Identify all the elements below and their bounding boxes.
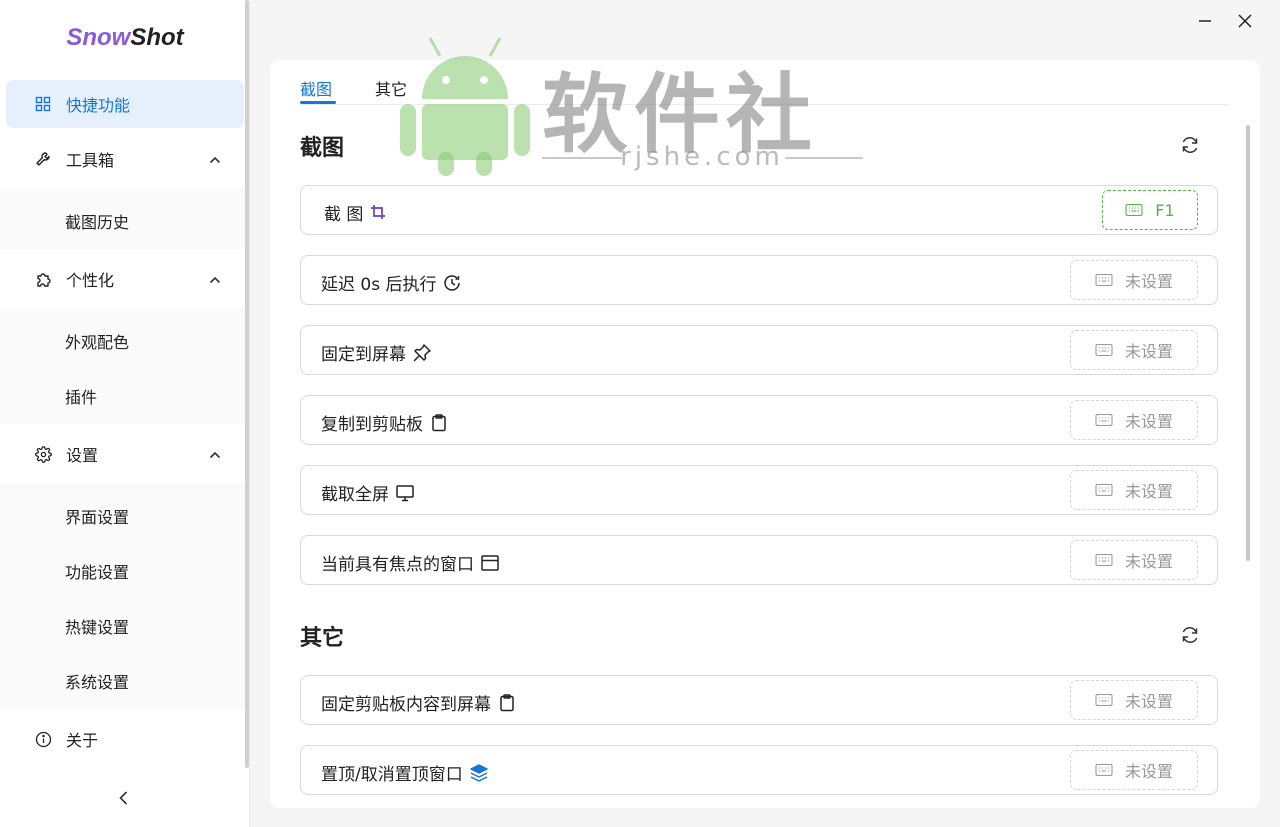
section-title-other: 其它: [300, 626, 345, 651]
hotkey-input[interactable]: 未设置: [1070, 470, 1198, 510]
hotkey-input[interactable]: 未设置: [1070, 330, 1198, 370]
chevron-up-icon: [208, 447, 222, 466]
shortcut-label: 固定剪贴板内容到屏幕: [321, 695, 491, 715]
keyboard-icon: [1095, 343, 1113, 357]
window-icon: [480, 553, 500, 573]
sidebar-item-screenshot-history[interactable]: 截图历史: [65, 209, 129, 233]
sidebar-item-label: 工具箱: [66, 151, 115, 170]
app-logo: SnowShot: [66, 24, 184, 51]
main-scrollbar[interactable]: [1246, 125, 1250, 561]
chevron-up-icon: [208, 272, 222, 291]
sidebar-item-plugins[interactable]: 插件: [65, 384, 97, 408]
sidebar-item-label: 关于: [66, 731, 99, 750]
hotkey-value: 未设置: [1124, 762, 1173, 781]
shortcut-label: 当前具有焦点的窗口: [321, 555, 474, 575]
keyboard-icon: [1095, 483, 1113, 497]
tab-screenshot[interactable]: 截图: [300, 76, 332, 100]
keyboard-icon: [1095, 413, 1113, 427]
grid-icon: [34, 95, 52, 113]
info-icon: [34, 730, 52, 748]
reset-icon[interactable]: [1179, 624, 1201, 646]
hotkey-value: 未设置: [1124, 692, 1173, 711]
sidebar-item-label: 快捷功能: [66, 96, 131, 115]
tab-bar: 截图 其它: [300, 60, 1230, 105]
shortcut-row-copy-to-clipboard: 复制到剪贴板 未设置: [300, 395, 1218, 445]
hotkey-input[interactable]: 未设置: [1070, 400, 1198, 440]
hotkey-input[interactable]: F1: [1102, 190, 1198, 230]
clipboard-icon: [497, 693, 517, 713]
gear-icon: [34, 445, 52, 463]
tab-indicator: [300, 101, 336, 104]
sidebar-scrollbar[interactable]: [245, 0, 249, 768]
sidebar-item-system-settings[interactable]: 系统设置: [65, 669, 129, 693]
hotkey-value: 未设置: [1124, 412, 1173, 431]
sidebar-item-personalize[interactable]: 个性化: [6, 255, 244, 303]
keyboard-icon: [1095, 553, 1113, 567]
shortcut-row-delay: 延迟 0s 后执行 未设置: [300, 255, 1218, 305]
shortcut-row-focused-window: 当前具有焦点的窗口 未设置: [300, 535, 1218, 585]
pin-icon: [412, 343, 432, 363]
personalize-submenu: 外观配色 插件: [0, 309, 248, 424]
hotkey-value: 未设置: [1124, 272, 1173, 291]
shortcut-label: 截 图: [324, 205, 364, 225]
keyboard-icon: [1095, 693, 1113, 707]
hotkey-input[interactable]: 未设置: [1070, 750, 1198, 790]
keyboard-icon: [1095, 763, 1113, 777]
shortcut-row-pin-clipboard: 固定剪贴板内容到屏幕 未设置: [300, 675, 1218, 725]
clock-icon: [442, 273, 462, 293]
sidebar-item-toolbox[interactable]: 工具箱: [6, 135, 244, 183]
shortcut-row-pin-to-screen: 固定到屏幕 未设置: [300, 325, 1218, 375]
hotkey-input[interactable]: 未设置: [1070, 260, 1198, 300]
close-button[interactable]: [1235, 11, 1255, 31]
hotkey-input[interactable]: 未设置: [1070, 540, 1198, 580]
hotkey-value: 未设置: [1124, 342, 1173, 361]
hotkey-input[interactable]: 未设置: [1070, 680, 1198, 720]
shortcut-label: 截取全屏: [321, 485, 389, 505]
wrench-icon: [34, 150, 52, 168]
layers-icon: [469, 763, 489, 783]
hotkey-value: F1: [1155, 200, 1175, 220]
sidebar-item-about[interactable]: 关于: [6, 715, 244, 763]
puzzle-icon: [34, 270, 52, 288]
sidebar-item-function-settings[interactable]: 功能设置: [65, 559, 129, 583]
hotkey-value: 未设置: [1124, 482, 1173, 501]
shortcut-label: 置顶/取消置顶窗口: [321, 765, 463, 785]
sidebar-item-appearance[interactable]: 外观配色: [65, 329, 129, 353]
reset-icon[interactable]: [1179, 134, 1201, 156]
section-title-screenshot: 截图: [300, 136, 345, 161]
main-panel: 截图 其它 截图 截 图 F1 延迟 0s 后执行 未设置 固定到屏幕 未设置 …: [270, 60, 1260, 808]
shortcut-label: 固定到屏幕: [321, 345, 406, 365]
sidebar-item-settings[interactable]: 设置: [6, 430, 244, 478]
minimize-button[interactable]: [1195, 11, 1215, 31]
crop-icon: [369, 203, 389, 223]
settings-submenu: 界面设置 功能设置 热键设置 系统设置: [0, 484, 248, 709]
clipboard-icon: [429, 413, 449, 433]
shortcut-row-toggle-topmost: 置顶/取消置顶窗口 未设置: [300, 745, 1218, 795]
shortcut-label: 复制到剪贴板: [321, 415, 423, 435]
sidebar-item-hotkey-settings[interactable]: 热键设置: [65, 614, 129, 638]
shortcut-label: 延迟 0s 后执行: [321, 275, 437, 295]
sidebar-item-ui-settings[interactable]: 界面设置: [65, 504, 129, 528]
keyboard-icon: [1095, 273, 1113, 287]
sidebar-item-shortcuts[interactable]: 快捷功能: [6, 80, 244, 128]
sidebar-item-label: 个性化: [66, 271, 115, 290]
keyboard-icon: [1125, 203, 1143, 217]
shortcut-row-fullscreen: 截取全屏 未设置: [300, 465, 1218, 515]
collapse-sidebar-button[interactable]: [114, 788, 134, 808]
toolbox-submenu: 截图历史: [0, 189, 248, 249]
monitor-icon: [395, 483, 415, 503]
sidebar: SnowShot 快捷功能 工具箱 截图历史 个性化 外观配色 插件 设置 界面…: [0, 0, 250, 827]
chevron-up-icon: [208, 152, 222, 171]
shortcut-row-screenshot: 截 图 F1: [300, 185, 1218, 235]
hotkey-value: 未设置: [1124, 552, 1173, 571]
tab-other[interactable]: 其它: [375, 76, 407, 100]
sidebar-item-label: 设置: [66, 446, 99, 465]
